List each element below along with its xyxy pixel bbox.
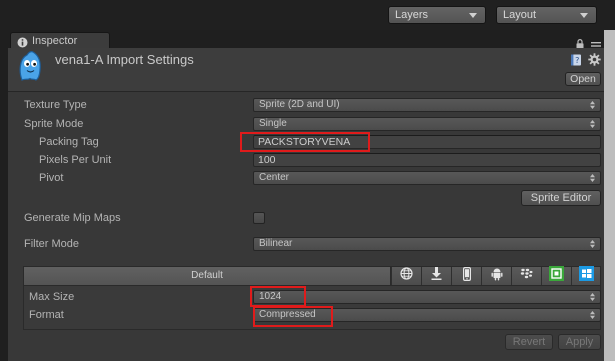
revert-button[interactable]: Revert (505, 334, 553, 350)
page-title: vena1-A Import Settings (55, 52, 194, 67)
generate-mip-maps-checkbox[interactable] (253, 212, 265, 224)
packing-tag-label: Packing Tag (39, 136, 99, 148)
sprite-character-icon (16, 50, 44, 82)
format-dropdown[interactable]: Compressed (253, 308, 601, 322)
tab-inspector-label: Inspector (32, 35, 78, 47)
tab-platform-blackberry[interactable] (511, 267, 541, 285)
android-icon (491, 267, 503, 286)
packing-tag-field[interactable]: PACKSTORYVENA (253, 135, 601, 149)
layers-dropdown[interactable]: Layers (388, 6, 486, 24)
pivot-value: Center (259, 172, 290, 183)
format-value: Compressed (259, 309, 316, 320)
tab-platform-standalone[interactable] (421, 267, 451, 285)
popup-arrows-icon (590, 311, 595, 319)
sprite-editor-button[interactable]: Sprite Editor (521, 190, 601, 206)
sprite-mode-value: Single (259, 118, 287, 129)
tab-platform-default[interactable]: Default (23, 266, 391, 286)
tab-platform-xbox[interactable] (541, 266, 571, 286)
chevron-down-icon (580, 13, 588, 18)
filter-mode-label: Filter Mode (24, 238, 80, 250)
menu-icon[interactable] (591, 37, 601, 50)
sprite-mode-dropdown[interactable]: Single (253, 117, 601, 131)
max-size-dropdown[interactable]: 1024 (253, 290, 601, 304)
layout-dropdown-label: Layout (503, 9, 537, 21)
texture-type-dropdown[interactable]: Sprite (2D and UI) (253, 98, 601, 112)
gear-icon[interactable] (588, 53, 601, 66)
svg-text:?: ? (575, 56, 579, 65)
pivot-dropdown[interactable]: Center (253, 171, 601, 185)
layers-dropdown-label: Layers (395, 9, 429, 21)
popup-arrows-icon (590, 293, 595, 301)
info-icon (17, 35, 28, 48)
tab-platform-windows-store[interactable] (571, 266, 601, 286)
help-book-icon[interactable]: ? (570, 53, 582, 66)
lock-icon[interactable] (576, 36, 584, 49)
max-size-label: Max Size (29, 291, 75, 303)
popup-arrows-icon (590, 120, 595, 128)
pixels-per-unit-field[interactable]: 100 (253, 153, 601, 167)
popup-arrows-icon (590, 240, 595, 248)
sprite-mode-label: Sprite Mode (24, 118, 84, 130)
layout-dropdown[interactable]: Layout (496, 6, 597, 24)
max-size-value: 1024 (259, 291, 282, 302)
windows-icon (579, 266, 594, 286)
tab-inspector[interactable]: Inspector (10, 32, 110, 49)
texture-type-value: Sprite (2D and UI) (259, 99, 340, 110)
open-button[interactable]: Open (565, 72, 601, 86)
pixels-per-unit-label: Pixels Per Unit (39, 154, 112, 166)
chevron-down-icon (469, 13, 477, 18)
phone-icon (462, 266, 471, 286)
texture-type-label: Texture Type (24, 99, 87, 111)
xbox-icon (549, 266, 564, 286)
download-arrow-icon (431, 267, 442, 285)
pivot-label: Pivot (39, 172, 64, 184)
format-label: Format (29, 309, 64, 321)
filter-mode-value: Bilinear (259, 238, 293, 249)
popup-arrows-icon (590, 174, 595, 182)
generate-mip-maps-label: Generate Mip Maps (24, 212, 121, 224)
tab-platform-android[interactable] (481, 267, 511, 285)
filter-mode-dropdown[interactable]: Bilinear (253, 237, 601, 251)
globe-icon (400, 267, 413, 285)
apply-button[interactable]: Apply (558, 334, 601, 350)
tab-platform-web[interactable] (391, 267, 421, 285)
window-edge (604, 30, 615, 361)
popup-arrows-icon (590, 101, 595, 109)
blackberry-icon (520, 267, 533, 285)
tab-platform-ios[interactable] (451, 266, 481, 286)
